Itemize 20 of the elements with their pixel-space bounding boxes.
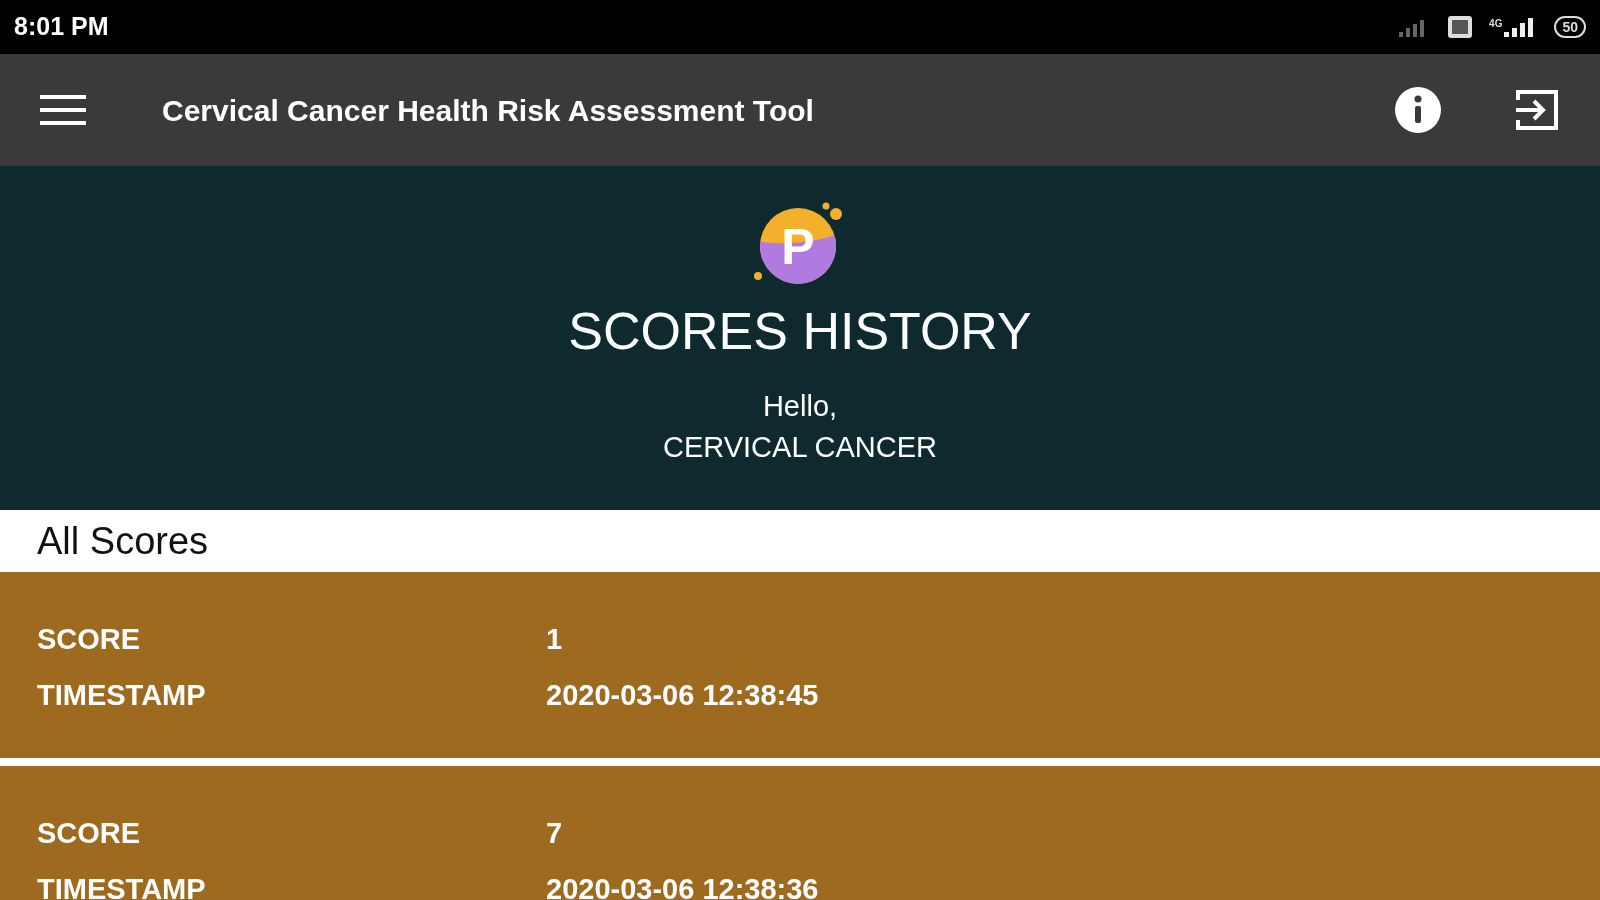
status-time: 8:01 PM — [14, 11, 109, 43]
score-value: 7 — [546, 816, 563, 852]
score-label: SCORE — [37, 816, 142, 852]
timestamp-label: TIMESTAMP — [37, 678, 207, 714]
greeting-text: Hello, — [762, 389, 838, 425]
section-title: All Scores — [37, 518, 209, 564]
logout-button[interactable] — [1514, 88, 1560, 132]
timestamp-value: 2020-03-06 12:38:36 — [546, 872, 819, 900]
menu-button[interactable] — [40, 93, 86, 127]
info-button[interactable] — [1394, 86, 1442, 134]
score-value: 1 — [546, 622, 563, 658]
network-type: 4G — [1489, 17, 1503, 31]
user-name: CERVICAL CANCER — [663, 430, 937, 465]
timestamp-value: 2020-03-06 12:38:45 — [546, 678, 819, 714]
page-title: SCORES HISTORY — [568, 301, 1032, 362]
app-title: Cervical Cancer Health Risk Assessment Tool — [162, 92, 815, 129]
score-label: SCORE — [37, 622, 142, 658]
timestamp-label: TIMESTAMP — [37, 872, 207, 900]
sim-icon — [1447, 15, 1474, 39]
battery-level: 50 — [1554, 16, 1586, 38]
